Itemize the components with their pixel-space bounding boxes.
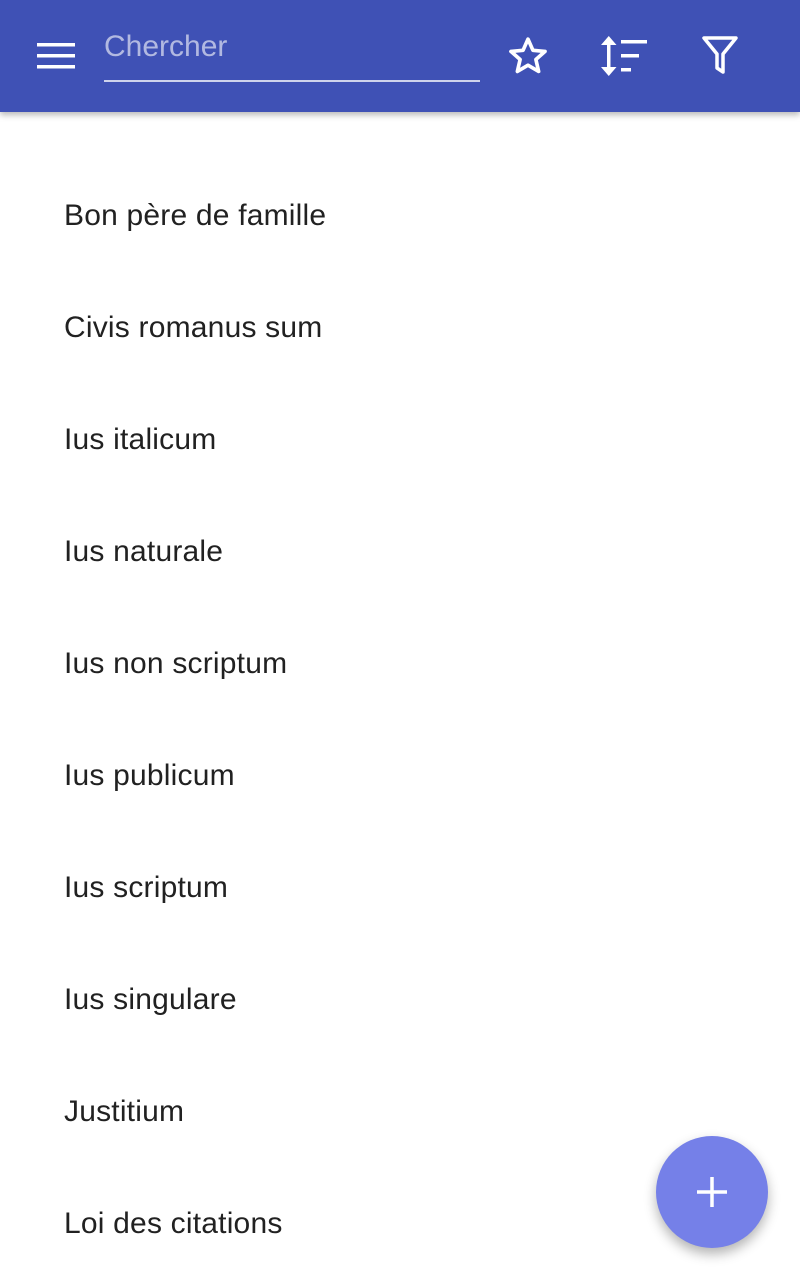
list-item[interactable]: Bon père de famille bbox=[0, 160, 800, 272]
sort-button[interactable] bbox=[596, 28, 652, 84]
favorites-button[interactable] bbox=[500, 28, 556, 84]
list-item[interactable]: Ius italicum bbox=[0, 384, 800, 496]
term-list: Bon père de famille Civis romanus sum Iu… bbox=[0, 160, 800, 1280]
list-item[interactable]: Ius singulare bbox=[0, 944, 800, 1056]
list-item-label: Ius non scriptum bbox=[64, 647, 288, 680]
list-item-label: Ius naturale bbox=[64, 535, 224, 568]
list-item[interactable]: Civis romanus sum bbox=[0, 272, 800, 384]
star-outline-icon bbox=[506, 34, 550, 78]
list-item-label: Civis romanus sum bbox=[64, 311, 323, 344]
list-item[interactable]: Ius publicum bbox=[0, 720, 800, 832]
app-toolbar bbox=[0, 0, 800, 112]
hamburger-menu-icon bbox=[37, 42, 75, 70]
plus-icon bbox=[697, 1177, 727, 1207]
list-item[interactable]: Ius non scriptum bbox=[0, 608, 800, 720]
add-button[interactable] bbox=[656, 1136, 768, 1248]
search-field bbox=[104, 22, 480, 82]
list-item-label: Bon père de famille bbox=[64, 199, 327, 232]
list-item[interactable]: Ius scriptum bbox=[0, 832, 800, 944]
filter-button[interactable] bbox=[692, 28, 748, 84]
menu-button[interactable] bbox=[24, 28, 88, 84]
list-item-label: Justitium bbox=[64, 1095, 185, 1128]
list-item-label: Ius italicum bbox=[64, 423, 217, 456]
filter-icon bbox=[702, 36, 738, 76]
list-item-label: Ius publicum bbox=[64, 759, 235, 792]
app-screen: Bon père de famille Civis romanus sum Iu… bbox=[0, 0, 800, 1280]
search-input[interactable] bbox=[104, 22, 480, 72]
list-item[interactable]: Ius naturale bbox=[0, 496, 800, 608]
list-item-label: Loi des citations bbox=[64, 1207, 283, 1240]
list-item-label: Ius singulare bbox=[64, 983, 237, 1016]
sort-icon bbox=[601, 36, 647, 76]
list-item-label: Ius scriptum bbox=[64, 871, 229, 904]
